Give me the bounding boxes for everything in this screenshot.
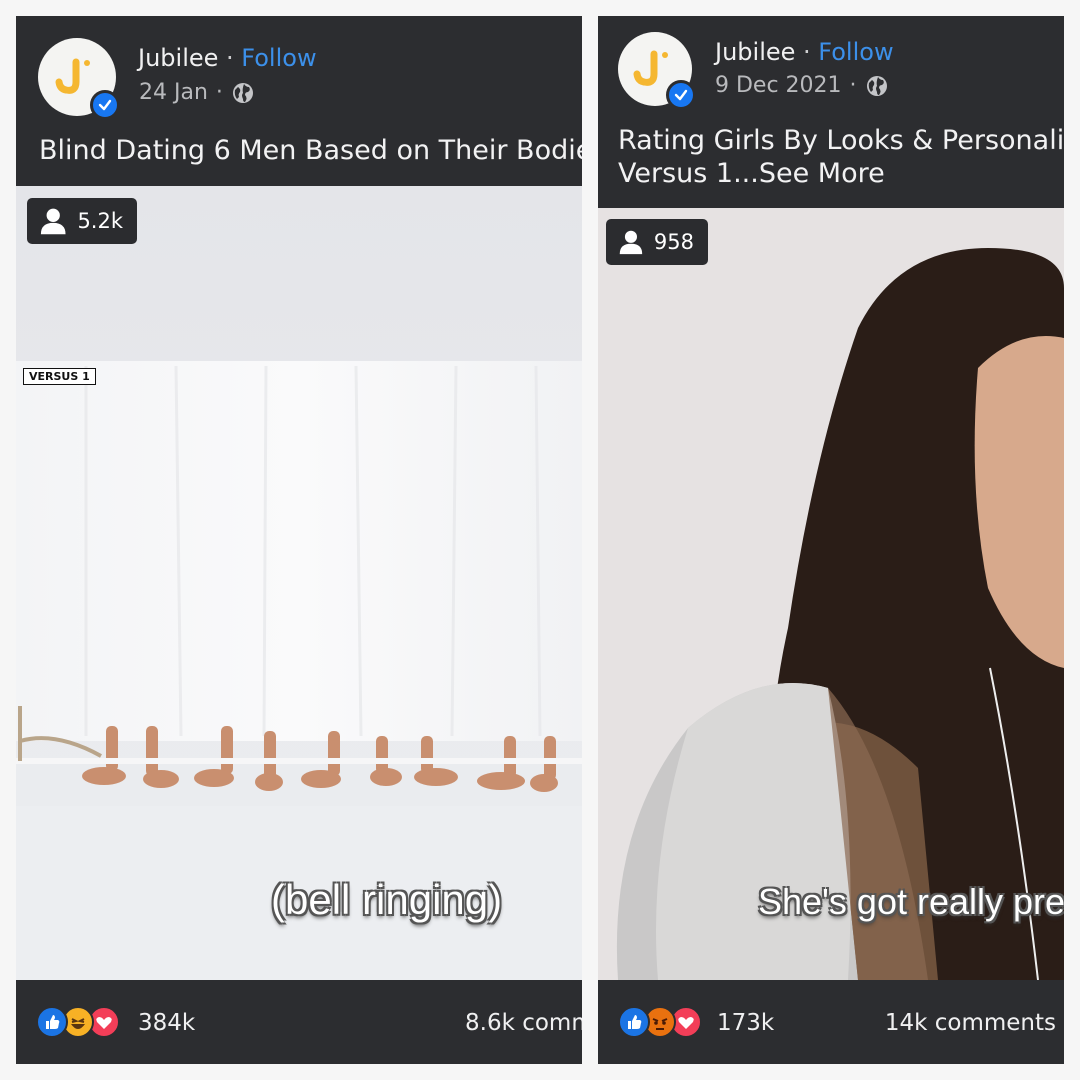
comment-count-link[interactable]: 8.6k comm [465, 1010, 582, 1036]
viewer-count: 5.2k [77, 209, 123, 233]
caption-line-2-see-more[interactable]: Versus 1...See More [618, 157, 1064, 190]
versus-watermark: VERSUS 1 [23, 368, 96, 385]
video-post-card: Jubilee · Follow 9 Dec 2021 · Rating Gir… [598, 16, 1064, 1064]
viewer-count-badge: 958 [606, 219, 708, 265]
video-subtitle: (bell ringing) [271, 876, 503, 923]
video-frame [16, 186, 582, 980]
comment-count-link[interactable]: 14k comments [885, 1010, 1056, 1036]
page-avatar[interactable] [618, 32, 696, 110]
jubilee-logo-icon [55, 58, 90, 94]
reaction-count[interactable]: 173k [717, 1010, 774, 1036]
verified-badge-icon [666, 80, 696, 110]
video-frame [598, 208, 1064, 980]
page-name[interactable]: Jubilee [715, 38, 795, 66]
reactions-summary[interactable] [618, 1006, 702, 1038]
follow-button[interactable]: Follow [241, 44, 316, 72]
reactions-summary[interactable] [36, 1006, 120, 1038]
viewer-count: 958 [653, 230, 694, 254]
video-post-card: Jubilee · Follow 24 Jan · Blind Dating 6… [16, 16, 582, 1064]
follow-button[interactable]: Follow [818, 38, 893, 66]
viewer-count-badge: 5.2k [27, 198, 137, 244]
globe-icon [866, 75, 887, 96]
person-icon [619, 230, 643, 255]
video-subtitle: She's got really pre [758, 881, 1064, 922]
page-avatar[interactable] [38, 38, 120, 120]
person-icon [40, 208, 66, 235]
post-caption[interactable]: Blind Dating 6 Men Based on Their Bodies [39, 134, 582, 167]
globe-icon [232, 82, 253, 103]
page-name[interactable]: Jubilee [138, 44, 218, 72]
post-caption[interactable]: Rating Girls By Looks & Personality Vers… [618, 124, 1064, 190]
reaction-count[interactable]: 384k [138, 1010, 195, 1036]
post-footer: 173k 14k comments [598, 980, 1064, 1064]
like-reaction-icon [618, 1006, 650, 1038]
post-date[interactable]: 24 Jan [139, 80, 208, 105]
post-date[interactable]: 9 Dec 2021 [715, 73, 842, 98]
video-player[interactable]: VERSUS 1 5.2k (bell ringing) [16, 186, 582, 980]
verified-badge-icon [90, 90, 120, 120]
post-footer: 384k 8.6k comm [16, 980, 582, 1064]
video-player[interactable]: 958 She's got really pre [598, 208, 1064, 980]
caption-line-1: Rating Girls By Looks & Personality [618, 125, 1064, 156]
like-reaction-icon [36, 1006, 68, 1038]
